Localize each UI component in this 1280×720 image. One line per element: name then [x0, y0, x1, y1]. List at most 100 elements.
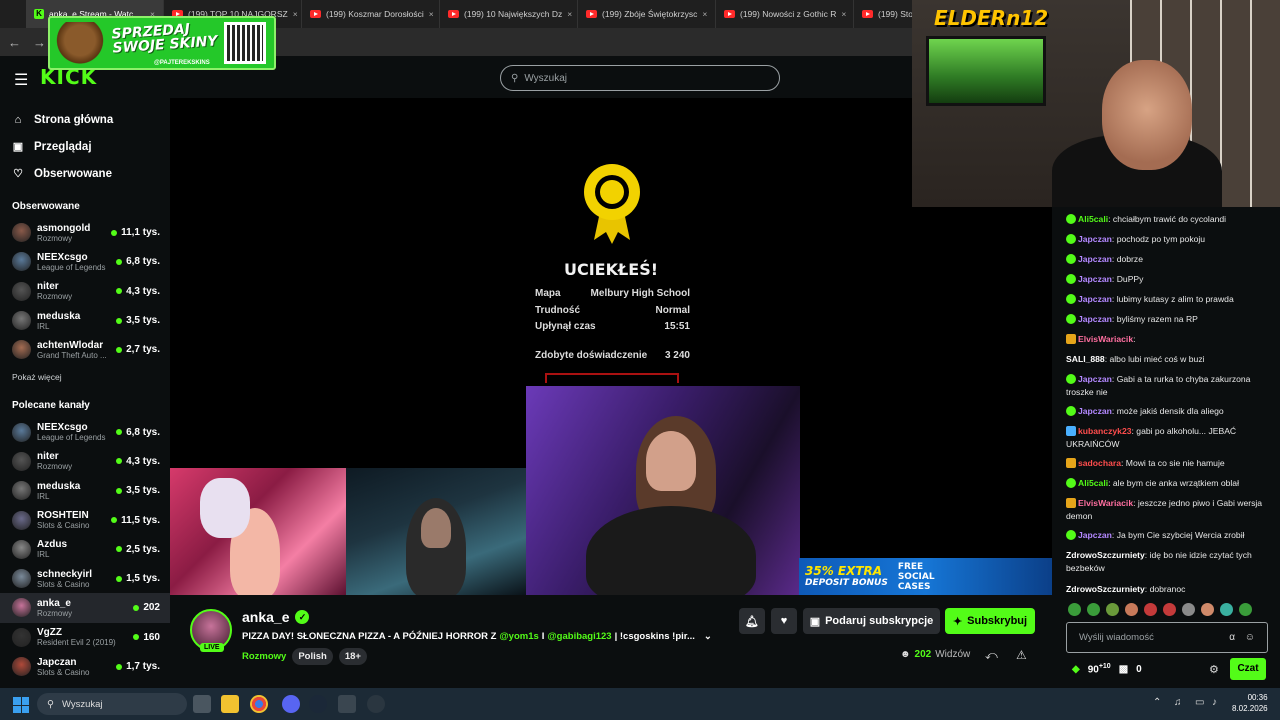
chat-username[interactable]: SALI_888 — [1066, 354, 1105, 364]
chat-username[interactable]: ElvisWariacik — [1078, 334, 1133, 344]
tag-age[interactable]: 18+ — [338, 648, 367, 665]
browser-tab[interactable]: (199) Koszmar Dorosłości × — [302, 0, 440, 28]
user-badge-icon — [1066, 458, 1076, 468]
sidebar-nav-item[interactable]: ♡ Obserwowane — [0, 160, 170, 187]
chat-username[interactable]: Japczan — [1078, 530, 1112, 540]
live-dot-icon — [116, 258, 123, 265]
channel-item[interactable]: niter Rozmowy 4,3 tys. — [0, 277, 170, 306]
show-more-link[interactable]: Pokaż więcej — [0, 372, 170, 382]
chat-settings-icon[interactable]: ⚙ — [1209, 663, 1219, 676]
close-icon[interactable]: × — [293, 9, 298, 19]
emote-icon[interactable] — [1087, 603, 1100, 616]
close-icon[interactable]: × — [841, 9, 846, 19]
back-icon[interactable]: ← — [8, 35, 21, 50]
microphone-icon[interactable]: ♫ — [1174, 697, 1182, 708]
close-icon[interactable]: × — [567, 9, 572, 19]
gift-subscription-button[interactable]: ▣ Podaruj subskrypcje — [803, 608, 940, 634]
chat-username[interactable]: Japczan — [1078, 406, 1112, 416]
chat-username[interactable]: Japczan — [1078, 314, 1112, 324]
chat-input[interactable]: Wyślij wiadomość α ☺ — [1066, 622, 1268, 653]
close-icon[interactable]: × — [702, 9, 707, 19]
channel-item[interactable]: asmongold Rozmowy 11,1 tys. — [0, 218, 170, 247]
obs-icon[interactable] — [367, 695, 385, 713]
channel-item[interactable]: NEEXcsgo League of Legends 6,8 tys. — [0, 417, 170, 446]
live-dot-icon — [111, 229, 118, 236]
browser-tab[interactable]: (199) Zbóje Świętokrzysc × — [578, 0, 716, 28]
channel-points[interactable]: ◆ 90+10 ▩ 0 — [1072, 663, 1142, 675]
mention-link-2[interactable]: @gabibagi123 — [547, 631, 611, 642]
chat-username[interactable]: Japczan — [1078, 254, 1112, 264]
system-clock[interactable]: 00:36 8.02.2026 — [1232, 692, 1268, 714]
follow-button[interactable]: ♥ — [771, 608, 797, 634]
file-explorer-icon[interactable] — [221, 695, 239, 713]
chat-username[interactable]: Ali5cali — [1078, 478, 1108, 488]
emote-icon[interactable] — [1068, 603, 1081, 616]
network-icon[interactable]: ▭ — [1195, 697, 1204, 708]
emote-icon[interactable] — [1239, 603, 1252, 616]
emote-icon[interactable] — [1182, 603, 1195, 616]
sidebar-nav-item[interactable]: ⌂ Strona główna — [0, 106, 170, 133]
live-dot-icon — [133, 604, 140, 611]
tray-chevron-icon[interactable]: ⌃ — [1153, 697, 1161, 708]
channel-item[interactable]: schneckyirl Slots & Casino 1,5 tys. — [0, 564, 170, 593]
chat-username[interactable]: Japczan — [1078, 294, 1112, 304]
browser-tab[interactable]: (199) 10 Największych Dz × — [440, 0, 578, 28]
emote-icon[interactable] — [1220, 603, 1233, 616]
sidebar-nav-item[interactable]: ▣ Przeglądaj — [0, 133, 170, 160]
channel-item[interactable]: achtenWlodar Grand Theft Auto ... 2,7 tys. — [0, 335, 170, 364]
emoji-icon[interactable]: ☺ — [1245, 632, 1255, 643]
search-input[interactable]: ⚲ Wyszukaj — [500, 65, 780, 91]
emote-icon[interactable] — [1125, 603, 1138, 616]
emote-icon[interactable] — [1144, 603, 1157, 616]
taskbar-search[interactable]: ⚲ Wyszukaj — [37, 693, 187, 715]
channel-item[interactable]: niter Rozmowy 4,3 tys. — [0, 447, 170, 476]
channel-item[interactable]: VgZZ Resident Evil 2 (2019) 160 — [0, 623, 170, 652]
channel-item[interactable]: Azdus IRL 2,5 tys. — [0, 535, 170, 564]
translate-icon[interactable]: α — [1229, 632, 1235, 643]
chat-username[interactable]: ZdrowoSzczurniety — [1066, 550, 1145, 560]
report-icon[interactable]: ⚠ — [1016, 648, 1027, 662]
chat-text: Ja bym Cie szybciej Wercia zrobił — [1116, 530, 1245, 540]
channel-item[interactable]: meduska IRL 3,5 tys. — [0, 306, 170, 335]
emote-icon[interactable] — [1201, 603, 1214, 616]
chat-username[interactable]: Japczan — [1078, 374, 1112, 384]
chat-send-button[interactable]: Czat — [1230, 658, 1266, 680]
chevron-down-icon[interactable]: ⌄ — [704, 631, 712, 642]
guest-camera-1 — [170, 468, 346, 595]
chat-username[interactable]: Ali5cali — [1078, 214, 1108, 224]
tag-language[interactable]: Polish — [292, 648, 333, 665]
chrome-icon[interactable] — [250, 695, 268, 713]
streamer-name[interactable]: anka_e — [242, 609, 289, 625]
channel-item[interactable]: Japczan Slots & Casino 1,7 tys. — [0, 652, 170, 681]
channel-item[interactable]: NEEXcsgo League of Legends 6,8 tys. — [0, 247, 170, 276]
subscribe-button[interactable]: ✦ Subskrybuj — [945, 608, 1035, 634]
channel-item[interactable]: meduska IRL 3,5 tys. — [0, 476, 170, 505]
forward-icon[interactable]: → — [33, 35, 46, 50]
chat-username[interactable]: ElvisWariacik — [1078, 498, 1133, 508]
close-icon[interactable]: × — [429, 9, 434, 19]
emote-icon[interactable] — [1163, 603, 1176, 616]
chat-username[interactable]: kubanczyk23 — [1078, 426, 1132, 436]
live-dot-icon — [116, 346, 123, 353]
share-icon[interactable]: ⤺ — [985, 648, 998, 663]
mention-link-1[interactable]: @yom1s — [499, 631, 538, 642]
chat-username[interactable]: sadochara — [1078, 458, 1121, 468]
category-link[interactable]: Rozmowy — [242, 651, 286, 662]
viewer-count: 2,5 tys. — [126, 543, 160, 555]
emote-icon[interactable] — [1106, 603, 1119, 616]
casino-banner[interactable]: 35% EXTRA DEPOSIT BONUS FREE SOCIAL CASE… — [799, 558, 1052, 595]
chat-username[interactable]: ZdrowoSzczurniety — [1066, 584, 1145, 594]
chat-username[interactable]: Japczan — [1078, 234, 1112, 244]
volume-icon[interactable]: ♪ — [1212, 697, 1217, 708]
channel-item[interactable]: anka_e Rozmowy 202 — [0, 593, 170, 623]
chat-username[interactable]: Japczan — [1078, 274, 1112, 284]
task-view-icon[interactable] — [193, 695, 211, 713]
steam-icon[interactable] — [309, 695, 327, 713]
windows-start-icon[interactable] — [13, 697, 29, 713]
discord-icon[interactable] — [282, 695, 300, 713]
app-icon[interactable] — [338, 695, 356, 713]
channel-item[interactable]: ROSHTEIN Slots & Casino 11,5 tys. — [0, 505, 170, 534]
browser-tab[interactable]: (199) Nowości z Gothic R × — [716, 0, 854, 28]
notification-bell-button[interactable]: 🔔︎ — [739, 608, 765, 634]
menu-icon[interactable]: ☰ — [14, 70, 28, 90]
